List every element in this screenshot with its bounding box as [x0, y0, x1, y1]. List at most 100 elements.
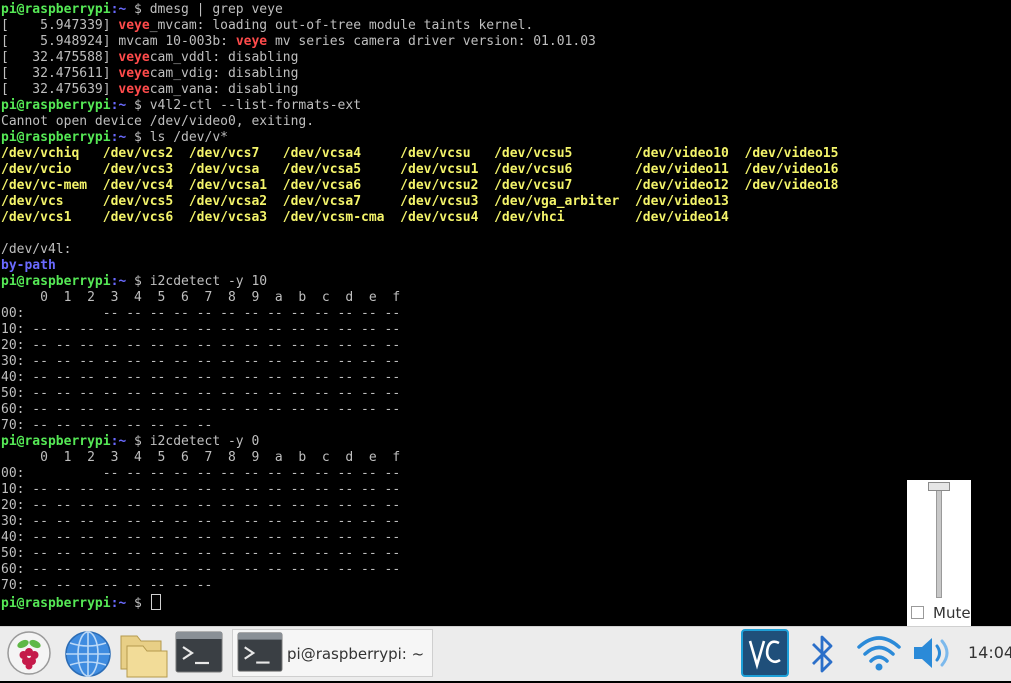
- terminal-text: $ ls /dev/v*: [126, 130, 228, 145]
- terminal-line: 70: -- -- -- -- -- -- -- --: [1, 418, 212, 434]
- terminal-text: veye: [118, 82, 150, 97]
- terminal-text: [ 32.475611]: [1, 66, 119, 81]
- terminal-text: 40: -- -- -- -- -- -- -- -- -- -- -- -- …: [1, 530, 401, 545]
- file-manager-icon[interactable]: [119, 630, 169, 683]
- terminal-line: pi@raspberrypi:~ $ dmesg | grep veye: [1, 2, 283, 18]
- terminal-line: pi@raspberrypi:~ $ ls /dev/v*: [1, 130, 228, 146]
- vnc-icon[interactable]: [741, 629, 789, 682]
- terminal-icon[interactable]: [175, 630, 223, 681]
- terminal-text: /dev/v4l:: [1, 242, 72, 257]
- terminal-line: 10: -- -- -- -- -- -- -- -- -- -- -- -- …: [1, 482, 400, 498]
- terminal-line: /dev/vcio /dev/vcs3 /dev/vcsa /dev/vcsa5…: [1, 162, 838, 178]
- prompt-path: by-path: [1, 258, 56, 273]
- terminal-line: 60: -- -- -- -- -- -- -- -- -- -- -- -- …: [1, 562, 400, 578]
- prompt-path: :~: [110, 130, 127, 145]
- terminal-text: 30: -- -- -- -- -- -- -- -- -- -- -- -- …: [1, 514, 401, 529]
- terminal-text: 10: -- -- -- -- -- -- -- -- -- -- -- -- …: [1, 482, 401, 497]
- terminal-text: $ i2cdetect -y 0: [126, 434, 260, 449]
- terminal-line: /dev/vcs /dev/vcs5 /dev/vcsa2 /dev/vcsa7…: [1, 194, 729, 210]
- prompt-path: :~: [110, 274, 127, 289]
- bluetooth-icon[interactable]: [808, 633, 838, 680]
- terminal-line: /dev/vcs1 /dev/vcs6 /dev/vcsa3 /dev/vcsm…: [1, 210, 729, 226]
- terminal-line: [ 32.475588] veyecam_vddl: disabling: [1, 50, 298, 66]
- taskbar: pi@raspberrypi: ~ 14:04: [0, 626, 1011, 681]
- terminal-line: 30: -- -- -- -- -- -- -- -- -- -- -- -- …: [1, 354, 400, 370]
- terminal-text: 70: -- -- -- -- -- -- -- --: [1, 578, 213, 593]
- terminal-line: 50: -- -- -- -- -- -- -- -- -- -- -- -- …: [1, 546, 400, 562]
- terminal-line: /dev/vc-mem /dev/vcs4 /dev/vcsa1 /dev/vc…: [1, 178, 838, 194]
- terminal-line: 70: -- -- -- -- -- -- -- --: [1, 578, 212, 594]
- taskbar-window-label: pi@raspberrypi: ~: [287, 645, 425, 663]
- terminal-line: [ 5.947339] veye_mvcam: loading out-of-t…: [1, 18, 533, 34]
- terminal-cursor: [150, 594, 161, 610]
- terminal-line: 0 1 2 3 4 5 6 7 8 9 a b c d e f: [1, 450, 400, 466]
- terminal-text: 10: -- -- -- -- -- -- -- -- -- -- -- -- …: [1, 322, 401, 337]
- terminal-text: /dev/vchiq /dev/vcs2 /dev/vcs7 /dev/vcsa…: [1, 146, 839, 161]
- terminal-line: /dev/vchiq /dev/vcs2 /dev/vcs7 /dev/vcsa…: [1, 146, 838, 162]
- terminal-text: /dev/vcs1 /dev/vcs6 /dev/vcsa3 /dev/vcsm…: [1, 210, 729, 225]
- terminal-line: 40: -- -- -- -- -- -- -- -- -- -- -- -- …: [1, 530, 400, 546]
- terminal-text: cam_vdig: disabling: [149, 66, 299, 81]
- terminal-text: [ 5.948924] mvcam 10-003b:: [1, 34, 236, 49]
- terminal-line: Cannot open device /dev/video0, exiting.: [1, 114, 314, 130]
- terminal-text: /dev/vcio /dev/vcs3 /dev/vcsa /dev/vcsa5…: [1, 162, 839, 177]
- terminal-line: 30: -- -- -- -- -- -- -- -- -- -- -- -- …: [1, 514, 400, 530]
- volume-slider-track[interactable]: [936, 490, 942, 598]
- terminal-text: cam_vana: disabling: [149, 82, 299, 97]
- taskbar-window-terminal[interactable]: pi@raspberrypi: ~: [232, 629, 433, 677]
- terminal-line: by-path: [1, 258, 56, 274]
- terminal-text: veye: [235, 34, 268, 49]
- web-browser-icon[interactable]: [64, 630, 112, 683]
- terminal-line: 20: -- -- -- -- -- -- -- -- -- -- -- -- …: [1, 498, 400, 514]
- terminal-text: 30: -- -- -- -- -- -- -- -- -- -- -- -- …: [1, 354, 401, 369]
- terminal-line: 40: -- -- -- -- -- -- -- -- -- -- -- -- …: [1, 370, 400, 386]
- terminal-text: 60: -- -- -- -- -- -- -- -- -- -- -- -- …: [1, 402, 401, 417]
- terminal-text: 50: -- -- -- -- -- -- -- -- -- -- -- -- …: [1, 546, 401, 561]
- clock: 14:04: [968, 643, 1011, 662]
- prompt-user: pi@raspberrypi: [1, 274, 111, 289]
- terminal-text: veye: [118, 18, 150, 33]
- terminal-line: 60: -- -- -- -- -- -- -- -- -- -- -- -- …: [1, 402, 400, 418]
- volume-slider-thumb[interactable]: [928, 482, 950, 491]
- terminal-line: pi@raspberrypi:~ $ i2cdetect -y 0: [1, 434, 259, 450]
- terminal-text: $ dmesg | grep veye: [126, 2, 283, 17]
- terminal-window[interactable]: pi@raspberrypi:~ $ dmesg | grep veye[ 5.…: [0, 0, 1011, 626]
- prompt-user: pi@raspberrypi: [1, 2, 111, 17]
- terminal-text: 50: -- -- -- -- -- -- -- -- -- -- -- -- …: [1, 386, 401, 401]
- terminal-text: _mvcam: loading out-of-tree module taint…: [149, 18, 534, 33]
- terminal-text: $ i2cdetect -y 10: [126, 274, 268, 289]
- terminal-line: 0 1 2 3 4 5 6 7 8 9 a b c d e f: [1, 290, 400, 306]
- terminal-line: 00: -- -- -- -- -- -- -- -- -- -- -- -- …: [1, 306, 400, 322]
- mute-checkbox[interactable]: [911, 606, 924, 619]
- raspberry-menu-icon[interactable]: [6, 630, 52, 681]
- terminal-text: 00: -- -- -- -- -- -- -- -- -- -- -- -- …: [1, 466, 401, 481]
- terminal-text: [ 32.475639]: [1, 82, 119, 97]
- terminal-text: 70: -- -- -- -- -- -- -- --: [1, 418, 213, 433]
- wifi-icon[interactable]: [856, 633, 902, 678]
- prompt-user: pi@raspberrypi: [1, 434, 111, 449]
- terminal-line: 10: -- -- -- -- -- -- -- -- -- -- -- -- …: [1, 322, 400, 338]
- prompt-path: :~: [110, 98, 127, 113]
- terminal-text: veye: [118, 50, 150, 65]
- terminal-text: mv series camera driver version: 01.01.0…: [267, 34, 596, 49]
- terminal-text: /dev/vc-mem /dev/vcs4 /dev/vcsa1 /dev/vc…: [1, 178, 839, 193]
- terminal-line: 00: -- -- -- -- -- -- -- -- -- -- -- -- …: [1, 466, 400, 482]
- prompt-user: pi@raspberrypi: [1, 596, 111, 611]
- volume-icon[interactable]: [911, 633, 955, 678]
- terminal-line: pi@raspberrypi:~ $ i2cdetect -y 10: [1, 274, 267, 290]
- terminal-text: veye: [118, 66, 150, 81]
- terminal-text: Cannot open device /dev/video0, exiting.: [1, 114, 315, 129]
- terminal-text: [ 32.475588]: [1, 50, 119, 65]
- prompt-path: :~: [110, 434, 127, 449]
- terminal-text: 0 1 2 3 4 5 6 7 8 9 a b c d e f: [1, 450, 401, 465]
- terminal-text: 00: -- -- -- -- -- -- -- -- -- -- -- -- …: [1, 306, 401, 321]
- terminal-line: [ 32.475611] veyecam_vdig: disabling: [1, 66, 298, 82]
- terminal-text: 20: -- -- -- -- -- -- -- -- -- -- -- -- …: [1, 498, 401, 513]
- terminal-text: 60: -- -- -- -- -- -- -- -- -- -- -- -- …: [1, 562, 401, 577]
- terminal-text: cam_vddl: disabling: [149, 50, 299, 65]
- prompt-path: :~: [110, 596, 127, 611]
- prompt-user: pi@raspberrypi: [1, 130, 111, 145]
- terminal-line: [ 5.948924] mvcam 10-003b: veye mv serie…: [1, 34, 596, 50]
- terminal-line: 20: -- -- -- -- -- -- -- -- -- -- -- -- …: [1, 338, 400, 354]
- terminal-line: /dev/v4l:: [1, 242, 71, 258]
